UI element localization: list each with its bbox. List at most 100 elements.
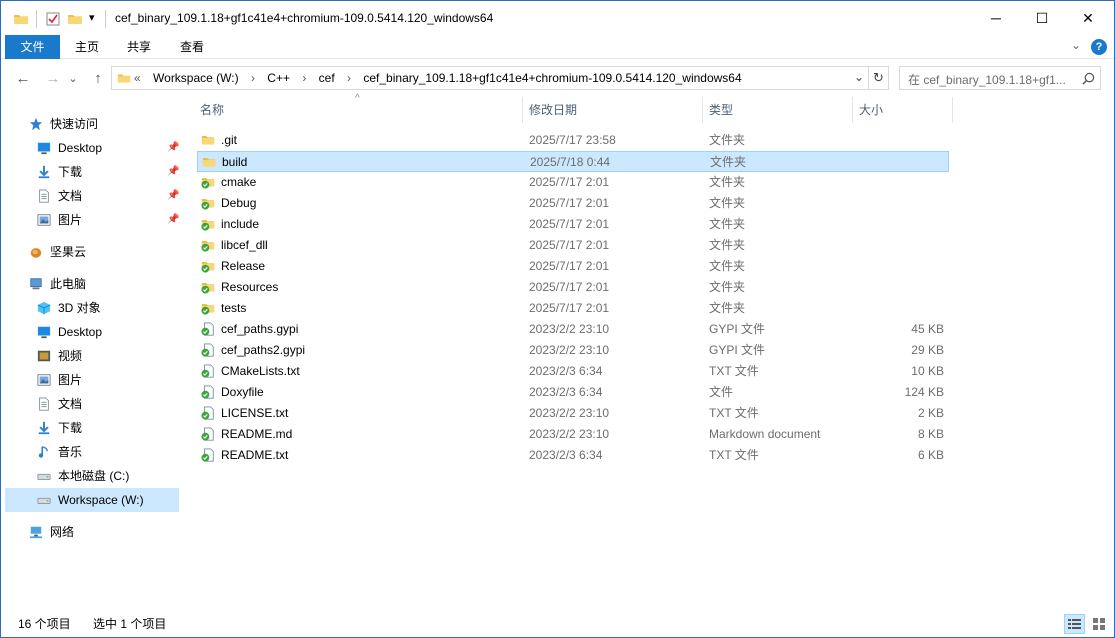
search-icon[interactable]	[1082, 72, 1095, 85]
close-button[interactable]: ✕	[1065, 1, 1111, 35]
tab-view[interactable]: 查看	[169, 35, 215, 59]
file-row[interactable]: cmake 2025/7/17 2:01 文件夹	[197, 172, 949, 193]
expand-ribbon-button[interactable]: ⌄	[1071, 38, 1087, 56]
file-row[interactable]: README.txt 2023/2/3 6:34 TXT 文件 6 KB	[197, 445, 949, 466]
nav-item[interactable]: 图片	[5, 368, 179, 392]
file-row[interactable]: .git 2025/7/17 23:58 文件夹	[197, 130, 949, 151]
file-row[interactable]: build 2025/7/18 0:44 文件夹	[197, 151, 949, 172]
file-name: cmake	[221, 175, 257, 189]
file-row[interactable]: Debug 2025/7/17 2:01 文件夹	[197, 193, 949, 214]
file-row[interactable]: include 2025/7/17 2:01 文件夹	[197, 214, 949, 235]
file-date: 2023/2/2 23:10	[529, 343, 610, 357]
maximize-button[interactable]: ☐	[1019, 1, 1065, 35]
refresh-button[interactable]: ↻	[869, 66, 889, 90]
synced-folder-icon	[201, 283, 215, 294]
file-row[interactable]: CMakeLists.txt 2023/2/3 6:34 TXT 文件 10 KB	[197, 361, 949, 382]
network-icon	[29, 526, 43, 539]
file-date: 2025/7/18 0:44	[530, 155, 611, 169]
breadcrumb-separator[interactable]: ›	[302, 71, 306, 85]
minimize-button[interactable]: ─	[973, 1, 1019, 35]
nav-item[interactable]: 3D 对象	[5, 296, 179, 320]
column-divider[interactable]	[522, 97, 523, 123]
column-header-date[interactable]: 修改日期	[529, 97, 699, 123]
large-icons-view-button[interactable]	[1089, 614, 1110, 634]
pin-icon[interactable]: 📌	[167, 136, 179, 160]
help-button[interactable]: ?	[1091, 39, 1107, 55]
pin-icon[interactable]: 📌	[167, 160, 179, 184]
file-row[interactable]: Resources 2025/7/17 2:01 文件夹	[197, 277, 949, 298]
file-row[interactable]: tests 2025/7/17 2:01 文件夹	[197, 298, 949, 319]
details-view-icon	[1068, 619, 1081, 629]
nav-item-label: Desktop	[58, 325, 103, 339]
file-type: 文件夹	[709, 175, 746, 189]
synced-folder-icon	[201, 262, 215, 273]
details-view-button[interactable]	[1064, 614, 1085, 634]
ribbon-tabs: 文件 主页 共享 查看 ⌄ ?	[1, 35, 1114, 59]
file-row[interactable]: LICENSE.txt 2023/2/2 23:10 TXT 文件 2 KB	[197, 403, 949, 424]
file-type: 文件夹	[709, 217, 746, 231]
nav-item[interactable]: 下载	[5, 416, 179, 440]
up-button[interactable]: ↑	[88, 68, 108, 88]
nav-item[interactable]: 文档 📌	[5, 184, 179, 208]
column-header-size[interactable]: 大小	[859, 97, 949, 123]
search-box[interactable]: 在 cef_binary_109.1.18+gf1...	[899, 66, 1101, 90]
tab-file[interactable]: 文件	[5, 35, 60, 59]
nav-item[interactable]: 快速访问	[5, 112, 179, 136]
file-row[interactable]: README.md 2023/2/2 23:10 Markdown document…	[197, 424, 949, 445]
file-row[interactable]: Release 2025/7/17 2:01 文件夹	[197, 256, 949, 277]
tab-share[interactable]: 共享	[116, 35, 162, 59]
address-dropdown-button[interactable]: ⌄	[854, 70, 864, 84]
file-size: 45 KB	[911, 322, 944, 336]
nav-item[interactable]: Desktop 📌	[5, 136, 179, 160]
file-date: 2025/7/17 2:01	[529, 259, 610, 273]
recent-locations-button[interactable]: ⌄	[67, 68, 79, 88]
column-divider[interactable]	[952, 97, 953, 123]
file-type: Markdown document	[709, 427, 821, 441]
breadcrumb-item[interactable]: cef_binary_109.1.18+gf1c41e4+chromium-10…	[363, 71, 741, 85]
breadcrumb-separator[interactable]: ›	[251, 71, 255, 85]
file-size: 2 KB	[917, 406, 944, 420]
quick-access-toolbar-dropdown[interactable]: ▾	[89, 11, 95, 24]
breadcrumb-separator[interactable]: ›	[347, 71, 351, 85]
nav-item[interactable]: 图片 📌	[5, 208, 179, 232]
properties-icon[interactable]	[45, 11, 61, 27]
back-button[interactable]: ←	[13, 68, 33, 88]
nav-item[interactable]: Desktop	[5, 320, 179, 344]
file-type: GYPI 文件	[709, 322, 766, 336]
desktop-icon	[37, 326, 51, 339]
file-size: 8 KB	[917, 427, 944, 441]
status-bar: 16 个项目 选中 1 个项目	[1, 612, 1114, 637]
column-divider[interactable]	[702, 97, 703, 123]
tab-home[interactable]: 主页	[64, 35, 110, 59]
address-bar[interactable]: « Workspace (W:) › C++ › cef › cef_binar…	[111, 66, 869, 90]
pin-icon[interactable]: 📌	[167, 184, 179, 208]
column-divider[interactable]	[852, 97, 853, 123]
breadcrumb-item[interactable]: cef	[319, 71, 335, 85]
nav-item-label: 图片	[58, 373, 83, 387]
nav-item[interactable]: 音乐	[5, 440, 179, 464]
new-folder-icon[interactable]	[67, 11, 83, 27]
forward-button[interactable]: →	[43, 68, 63, 88]
breadcrumb-item[interactable]: C++	[267, 71, 290, 85]
nav-item[interactable]: 下载 📌	[5, 160, 179, 184]
column-header-type[interactable]: 类型	[709, 97, 849, 123]
file-row[interactable]: Doxyfile 2023/2/3 6:34 文件 124 KB	[197, 382, 949, 403]
breadcrumb-item[interactable]: Workspace (W:)	[153, 71, 239, 85]
folder-icon	[201, 136, 215, 145]
column-header-name[interactable]: 名称	[200, 97, 520, 123]
nav-item[interactable]: 视频	[5, 344, 179, 368]
nav-item[interactable]: Workspace (W:)	[5, 488, 179, 512]
synced-file-icon	[201, 385, 214, 399]
nav-item[interactable]: 此电脑	[5, 272, 179, 296]
nav-item-label: Desktop	[58, 141, 103, 155]
file-row[interactable]: cef_paths.gypi 2023/2/2 23:10 GYPI 文件 45 KB	[197, 319, 949, 340]
nav-item[interactable]: 本地磁盘 (C:)	[5, 464, 179, 488]
nav-item[interactable]: 坚果云	[5, 240, 179, 264]
divider	[105, 10, 106, 28]
breadcrumb-overflow[interactable]: «	[134, 71, 141, 85]
pin-icon[interactable]: 📌	[167, 208, 179, 232]
file-row[interactable]: libcef_dll 2025/7/17 2:01 文件夹	[197, 235, 949, 256]
file-row[interactable]: cef_paths2.gypi 2023/2/2 23:10 GYPI 文件 29 K…	[197, 340, 949, 361]
nav-item[interactable]: 文档	[5, 392, 179, 416]
nav-item[interactable]: 网络	[5, 520, 179, 544]
